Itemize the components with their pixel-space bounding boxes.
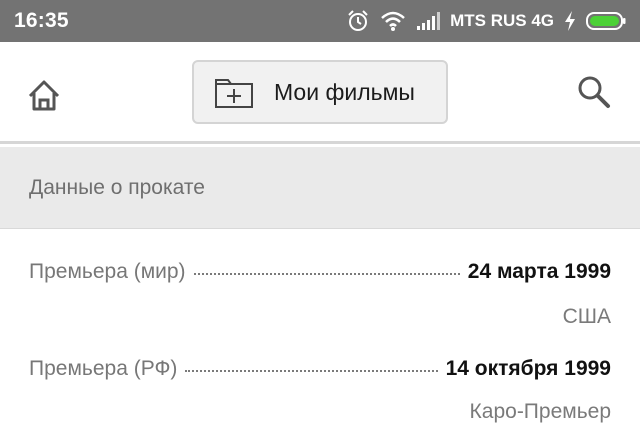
search-button[interactable] <box>574 72 614 112</box>
release-date: 14 октября 1999 <box>445 357 611 380</box>
section-title: Данные о прокате <box>29 175 205 199</box>
dotted-leader <box>193 273 460 275</box>
release-distributor: Каро-Премьер <box>469 400 611 423</box>
section-header: Данные о прокате <box>0 147 640 229</box>
release-country: США <box>562 305 611 328</box>
battery-icon <box>586 11 626 31</box>
home-icon <box>28 80 60 111</box>
search-icon <box>578 76 610 108</box>
charging-icon <box>564 11 576 31</box>
signal-icon <box>416 11 441 31</box>
my-films-label: Мои фильмы <box>274 78 415 105</box>
release-label: Премьера (мир) <box>29 260 186 283</box>
alarm-icon <box>346 9 370 33</box>
release-date: 24 марта 1999 <box>467 260 611 283</box>
status-time: 16:35 <box>14 9 69 32</box>
carrier-label: MTS RUS 4G <box>450 11 554 30</box>
folder-plus-icon <box>215 79 253 108</box>
wifi-icon <box>380 10 406 32</box>
release-label: Премьера (РФ) <box>29 357 178 380</box>
release-row-russia: Премьера (РФ) 14 октября 1999 <box>29 357 611 391</box>
release-row-world: Премьера (мир) 24 марта 1999 <box>29 260 611 294</box>
status-indicators: MTS RUS 4G <box>346 9 626 33</box>
my-films-button[interactable]: Мои фильмы <box>192 60 448 124</box>
dotted-leader <box>185 370 438 372</box>
home-button[interactable] <box>24 76 64 116</box>
status-bar: 16:35 MTS RUS 4G <box>0 0 640 42</box>
toolbar: Мои фильмы <box>0 42 640 144</box>
